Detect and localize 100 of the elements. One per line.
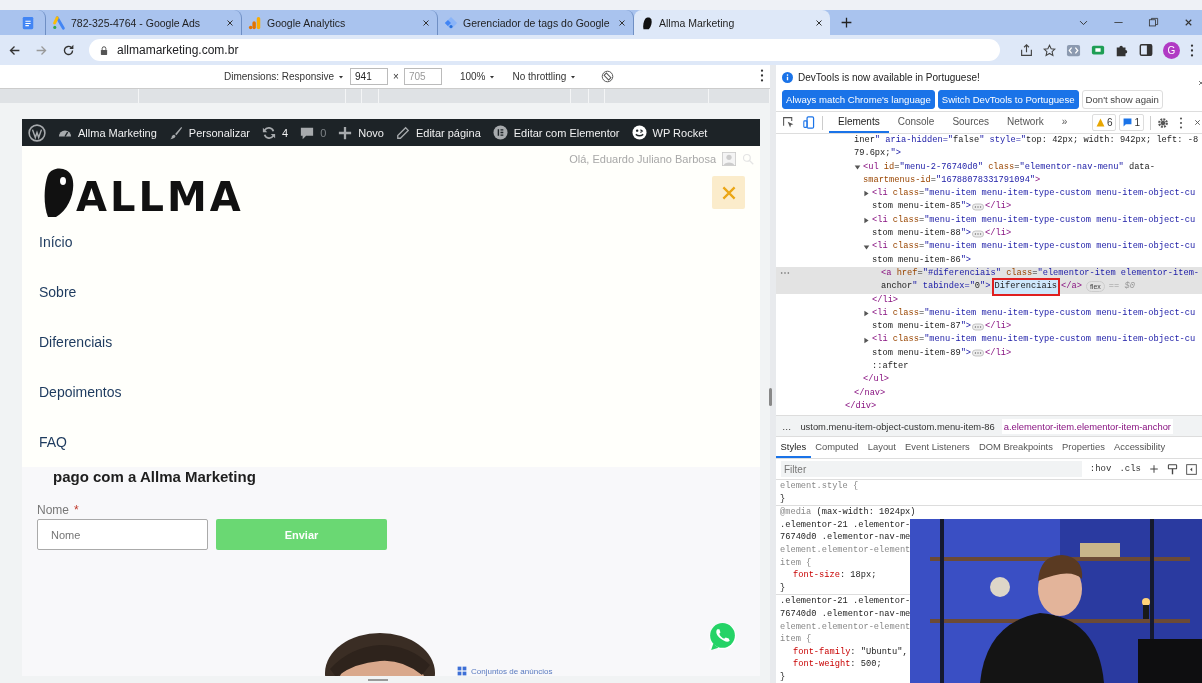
puzzle-icon[interactable] — [1115, 43, 1129, 57]
required-mark: * — [74, 503, 79, 517]
menu-link[interactable]: Início — [22, 217, 760, 267]
filter-field[interactable]: Filter — [781, 461, 1082, 477]
admin-bar-item[interactable]: WP Rocket — [631, 125, 708, 140]
admin-bar-item[interactable]: Personalizar — [168, 125, 250, 140]
sidebar-tab[interactable]: Accessibility — [1109, 437, 1170, 458]
brush-icon[interactable] — [168, 125, 183, 140]
hover-state-toggle[interactable]: :hov — [1089, 464, 1112, 474]
admin-bar-item[interactable]: Editar com Elementor — [492, 125, 620, 140]
scroll-breadcrumbs-button[interactable]: … — [780, 418, 794, 434]
sidebar-tab[interactable]: DOM Breakpoints — [974, 437, 1058, 458]
admin-bar-item[interactable]: Novo — [338, 125, 384, 140]
breadcrumb[interactable]: ustom.menu-item-object-custom.menu-item-86 — [798, 418, 997, 434]
expanded-triangle-icon[interactable] — [863, 243, 870, 251]
collapsed-triangle-icon[interactable] — [863, 216, 870, 224]
messages-badge[interactable]: 1 — [1119, 114, 1144, 131]
admin-bar-item[interactable]: Allma Marketing — [58, 125, 157, 140]
close-icon[interactable] — [421, 17, 431, 28]
expanded-triangle-icon[interactable] — [854, 163, 861, 171]
share-icon[interactable] — [1020, 43, 1033, 57]
close-icon[interactable] — [617, 17, 627, 28]
width-field[interactable]: 941 — [350, 68, 389, 85]
dimensions-dropdown[interactable]: Dimensions: Responsive — [224, 71, 346, 82]
profile-avatar[interactable]: G — [1163, 41, 1180, 59]
browser-tab[interactable]: Allma Marketing — [634, 10, 830, 35]
address-bar[interactable]: allmamarketing.com.br — [89, 39, 1000, 61]
sidebar-tab[interactable]: Properties — [1057, 437, 1110, 458]
resize-handle[interactable] — [368, 679, 388, 681]
resize-handle[interactable] — [769, 388, 772, 406]
collapsed-triangle-icon[interactable] — [863, 310, 870, 317]
sidebar-tab[interactable]: Computed — [810, 437, 864, 458]
back-icon[interactable] — [8, 43, 21, 57]
panel-tab[interactable]: Network — [998, 112, 1053, 133]
name-field[interactable]: Nome — [37, 519, 208, 550]
panel-tab[interactable]: Sources — [943, 112, 999, 133]
admin-bar-item[interactable]: 4 — [262, 125, 289, 140]
css-declaration[interactable]: font-family: "Ubuntu", — [793, 645, 908, 659]
side-panel-icon[interactable] — [1139, 43, 1153, 57]
ellipsis-pill-icon[interactable] — [972, 349, 985, 358]
device-toggle-icon[interactable] — [803, 116, 816, 129]
allma-logo[interactable]: ALLMA — [22, 146, 244, 217]
breadcrumb[interactable]: a.elementor-item.elementor-item-anchor — [1001, 418, 1173, 434]
ellipsis-pill-icon[interactable] — [972, 229, 985, 238]
css-declaration[interactable]: font-size: 18px; — [793, 569, 877, 582]
sidebar-tab[interactable]: Layout — [863, 437, 901, 458]
sidebar-toggle-icon[interactable] — [1186, 463, 1197, 475]
menu-link[interactable]: Sobre — [22, 267, 760, 317]
closing-tag: </a> — [1061, 280, 1082, 294]
html-code-line: stom menu-item-86"> — [872, 253, 972, 267]
closing-tag: </div> — [845, 399, 877, 414]
diamond-logo-icon — [444, 15, 458, 30]
smiley-icon[interactable] — [631, 125, 647, 140]
reload-icon[interactable] — [62, 43, 75, 57]
sidebar-tab[interactable]: Event Listeners — [900, 437, 975, 458]
admin-bar-item[interactable]: 0 — [300, 125, 327, 140]
menu-link[interactable]: Depoimentos — [22, 367, 760, 417]
closing-tag: </li> — [985, 346, 1012, 361]
restore-icon[interactable] — [1148, 17, 1159, 28]
admin-bar-item[interactable]: Editar página — [395, 125, 481, 140]
notice-button[interactable]: Switch DevTools to Portuguese — [937, 90, 1079, 109]
speech-bubble-icon[interactable] — [300, 125, 315, 140]
more-panels-button[interactable]: » — [1052, 112, 1077, 133]
ellipsis-pill-icon[interactable] — [972, 322, 985, 331]
bar-chart-icon — [248, 15, 262, 30]
more-icon[interactable] — [1179, 116, 1183, 129]
more-icon[interactable] — [760, 69, 764, 82]
close-icon[interactable] — [1193, 118, 1202, 127]
notice-button[interactable]: Always match Chrome's language — [782, 90, 935, 109]
close-icon[interactable] — [225, 17, 235, 28]
collapsed-triangle-icon[interactable] — [863, 336, 870, 344]
close-icon[interactable] — [1183, 17, 1194, 28]
paint-roller-icon[interactable] — [1167, 463, 1178, 475]
warnings-badge[interactable]: 6 — [1091, 114, 1117, 131]
zoom-dropdown[interactable]: 100% — [459, 71, 497, 82]
inspect-icon[interactable] — [782, 116, 795, 129]
panel-tab[interactable]: Console — [888, 112, 944, 133]
wordpress-icon[interactable] — [28, 123, 46, 142]
css-declaration[interactable]: font-weight: 500; — [793, 658, 882, 671]
more-icon[interactable] — [1190, 43, 1194, 57]
menu-link[interactable]: FAQ — [22, 417, 760, 467]
close-icon[interactable] — [814, 17, 824, 28]
settings-icon[interactable] — [1157, 116, 1169, 129]
sidebar-tab[interactable]: Styles — [776, 437, 811, 458]
plus-icon[interactable] — [840, 16, 853, 29]
ellipsis-pill-icon[interactable] — [972, 203, 985, 212]
elementor-icon[interactable] — [492, 125, 508, 140]
class-toggle[interactable]: .cls — [1119, 464, 1141, 474]
pencil-icon[interactable] — [395, 125, 410, 140]
panel-tab[interactable]: Elements — [829, 112, 889, 133]
collapsed-triangle-icon[interactable] — [863, 190, 870, 198]
refresh-icon[interactable] — [262, 125, 276, 140]
throttling-dropdown[interactable]: No throttling — [512, 71, 578, 82]
plus-icon[interactable] — [1149, 464, 1159, 474]
ad-sets-label[interactable]: Conjuntos de anúncios — [471, 666, 553, 676]
star-icon[interactable] — [1043, 43, 1056, 57]
extension-icon[interactable] — [1091, 43, 1105, 57]
menu-link[interactable]: Diferenciais — [22, 317, 760, 367]
notice-button[interactable]: Don't show again — [1081, 90, 1163, 109]
plus-icon[interactable] — [338, 125, 353, 140]
